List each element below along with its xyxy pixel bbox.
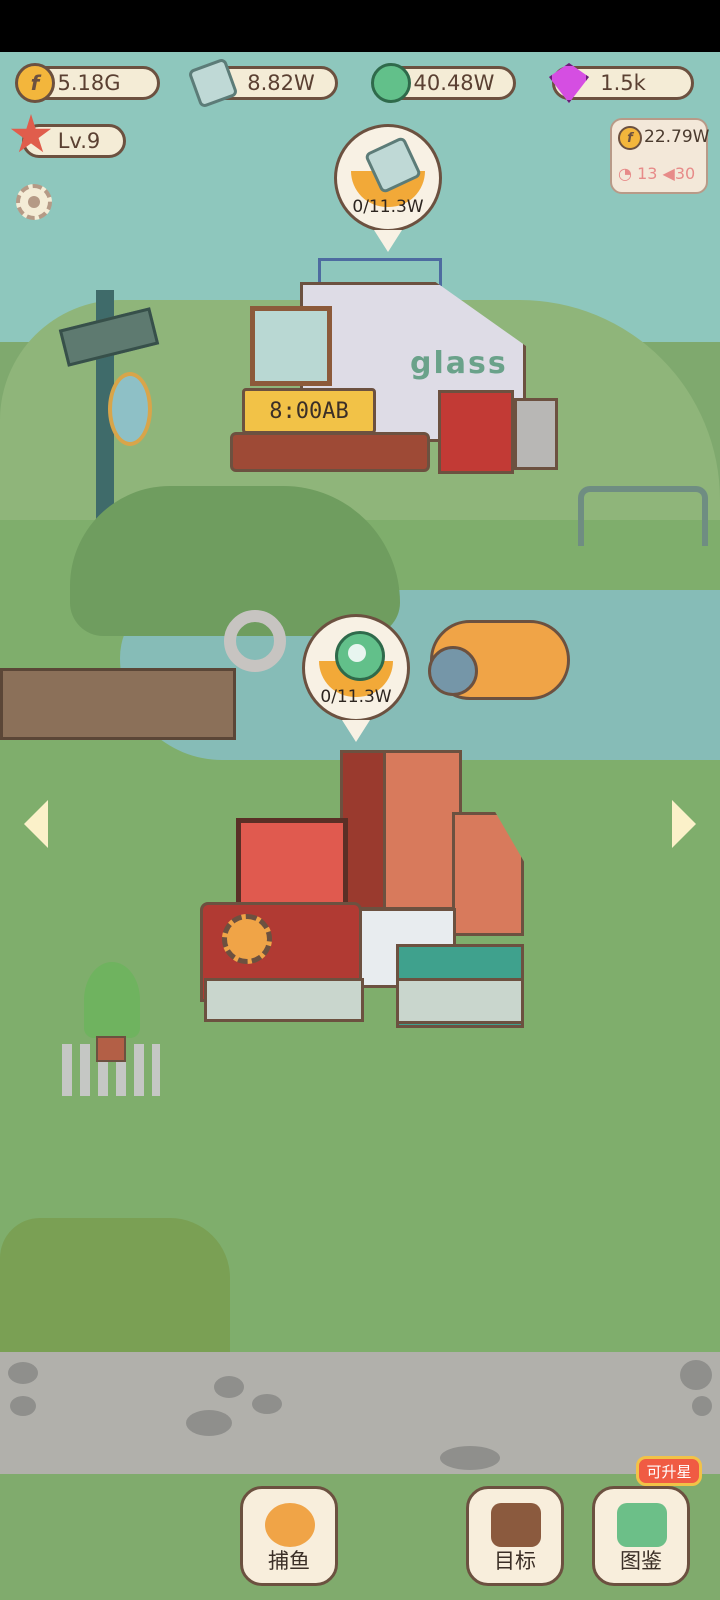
income-panel[interactable]: f 22.79W ◔ 13 ◀30 (610, 118, 710, 194)
upgrade-star-badge: 可升星 (636, 1456, 702, 1486)
fishing-label: 捕鱼 (268, 1549, 310, 1573)
road-rock (680, 1360, 712, 1390)
cable-coil-icon (371, 63, 411, 103)
bubble-tail (342, 720, 370, 742)
road-rock (186, 1410, 232, 1436)
factory-side-block (514, 398, 558, 470)
fish-codex-icon (617, 1503, 667, 1547)
codex-label: 图鉴 (620, 1549, 662, 1573)
fish-count-a: 13 (637, 164, 658, 183)
road-mirror (108, 372, 152, 446)
coin-value: 5.18G (57, 71, 121, 95)
fish-face-icon: ◔ (618, 164, 632, 183)
next-scene-arrow-icon[interactable] (672, 800, 696, 848)
cable-production-progress: 0/11.3W (320, 687, 392, 707)
codex-button[interactable]: 图鉴 (592, 1486, 690, 1586)
factory-clock-sign: 8:00AB (242, 388, 376, 434)
income-rate: 22.79W (644, 127, 710, 147)
lifebuoy (224, 610, 286, 672)
goals-label: 目标 (494, 1549, 536, 1573)
factory-red-box (236, 818, 348, 908)
fish-counts: ◔ 13 ◀30 (618, 164, 695, 183)
road-rock (10, 1396, 36, 1416)
status-bar (0, 0, 720, 52)
goals-button[interactable]: 目标 (466, 1486, 564, 1586)
submarine-window (428, 646, 478, 696)
factory-base-left (204, 978, 364, 1022)
road-rock (8, 1362, 38, 1384)
factory-base-right (396, 978, 524, 1024)
checklist-book-icon (491, 1503, 541, 1547)
fish-icon: ◀ (662, 164, 675, 183)
coin-icon: f (15, 63, 55, 103)
plant-leaves (84, 962, 140, 1038)
glass-production-progress: 0/11.3W (352, 197, 424, 217)
road-rock (214, 1376, 244, 1398)
road-rock (252, 1394, 282, 1414)
gear-icon (222, 914, 272, 964)
glass-factory-sign: glass (410, 346, 508, 381)
glass-production-bubble[interactable]: 0/11.3W (334, 124, 442, 232)
previous-scene-arrow-icon[interactable] (24, 800, 48, 848)
wooden-pier (0, 668, 236, 740)
bubble-tail (374, 230, 402, 252)
settings-gear-icon[interactable] (16, 184, 52, 220)
fishing-button[interactable]: 捕鱼 (240, 1486, 338, 1586)
gravel-road (0, 1352, 720, 1474)
road-rock (692, 1396, 712, 1416)
submarine-icon (265, 1503, 315, 1547)
income-coin-icon: f (618, 126, 642, 150)
cable-production-bubble[interactable]: 0/11.3W (302, 614, 410, 722)
gem-counter: 1.5k (549, 63, 694, 103)
road-rock (440, 1446, 500, 1470)
fish-count-b: 30 (674, 164, 696, 183)
plant-pot (96, 1036, 126, 1062)
cable-counter: 40.48W (371, 63, 516, 103)
factory-workbench (230, 432, 430, 472)
metal-railing (578, 486, 708, 546)
glass-counter: 8.82W (187, 57, 338, 109)
garden-plants (0, 1218, 230, 1354)
factory-red-door (438, 390, 514, 474)
factory-roof-rail (318, 258, 442, 286)
level-label: Lv.9 (57, 129, 101, 153)
factory-window (250, 306, 332, 386)
coin-counter: f 5.18G (15, 63, 160, 103)
gem-value: 1.5k (600, 71, 646, 95)
cable-coil-icon (335, 631, 385, 681)
